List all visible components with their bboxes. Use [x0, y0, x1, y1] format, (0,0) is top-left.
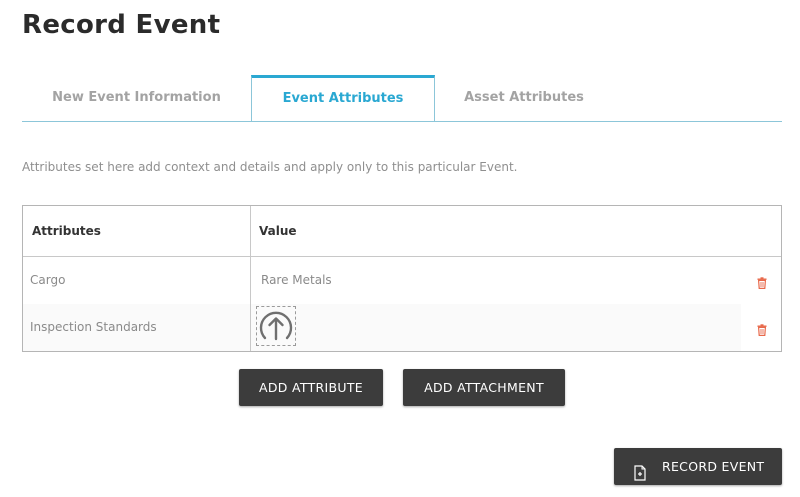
attributes-table: Attributes Value Cargo Rare Metals Inspe… — [22, 205, 782, 352]
record-event-page: Record Event New Event Information Event… — [0, 0, 800, 497]
record-event-button[interactable]: RECORD EVENT — [614, 448, 782, 485]
trash-icon[interactable] — [756, 321, 768, 336]
document-add-icon — [634, 458, 646, 495]
table-row: Inspection Standards — [23, 304, 781, 351]
tab-asset-attributes[interactable]: Asset Attributes — [435, 75, 613, 120]
add-attachment-button[interactable]: ADD ATTACHMENT — [403, 369, 565, 406]
column-header-attributes: Attributes — [32, 224, 101, 238]
attribute-value-cell[interactable]: Rare Metals — [261, 273, 332, 287]
tab-new-event-information[interactable]: New Event Information — [22, 75, 251, 120]
file-upload-dropzone[interactable] — [256, 306, 296, 346]
trash-icon[interactable] — [756, 274, 768, 289]
record-event-label: RECORD EVENT — [662, 459, 765, 474]
tab-description: Attributes set here add context and deta… — [22, 160, 518, 174]
table-row: Cargo Rare Metals — [23, 257, 781, 304]
page-title: Record Event — [22, 10, 221, 40]
add-attribute-button[interactable]: ADD ATTRIBUTE — [239, 369, 383, 406]
table-header: Attributes Value — [23, 206, 781, 257]
tab-bar: New Event Information Event Attributes A… — [22, 75, 782, 122]
attribute-name-cell: Inspection Standards — [30, 320, 157, 334]
upload-arrow-icon — [259, 311, 293, 341]
tab-event-attributes[interactable]: Event Attributes — [251, 75, 435, 121]
attribute-name-cell: Cargo — [30, 273, 66, 287]
column-divider — [250, 206, 251, 351]
column-header-value: Value — [259, 224, 297, 238]
